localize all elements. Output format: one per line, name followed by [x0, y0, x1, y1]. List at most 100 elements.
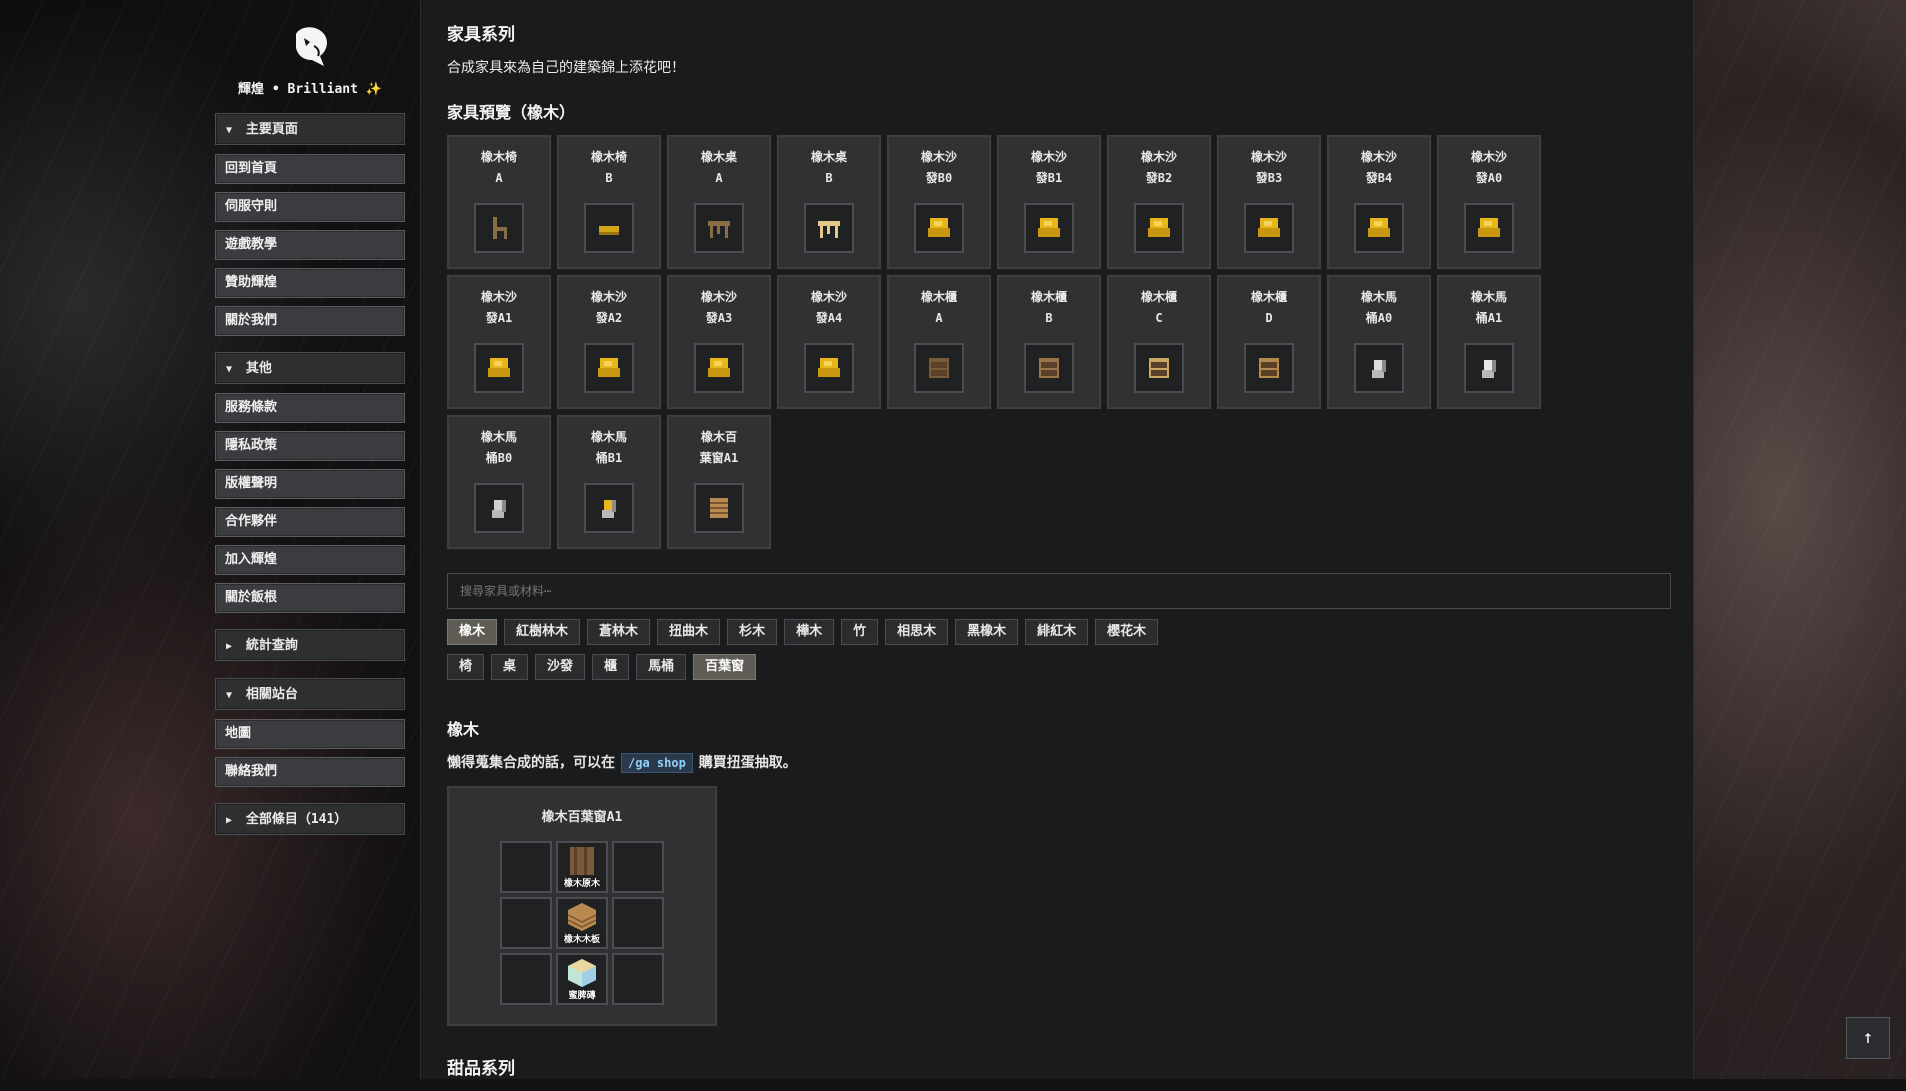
- furniture-card[interactable]: 橡木櫃 A: [886, 274, 992, 410]
- furniture-card[interactable]: 橡木沙 發B4: [1326, 134, 1432, 270]
- furniture-card[interactable]: 橡木櫃 D: [1216, 274, 1322, 410]
- site-title[interactable]: 輝煌 • Brilliant ✨: [215, 78, 405, 97]
- furniture-card[interactable]: 橡木櫃 C: [1106, 274, 1212, 410]
- furniture-name-line2: 桶A0: [1365, 311, 1393, 325]
- nav-item-main-0[interactable]: 回到首頁: [215, 154, 405, 184]
- nav-item-other-3[interactable]: 合作夥伴: [215, 507, 405, 537]
- furniture-card[interactable]: 橡木馬 桶A1: [1436, 274, 1542, 410]
- back-to-top-button[interactable]: ↑: [1846, 1017, 1890, 1059]
- wood-chip-3[interactable]: 扭曲木: [657, 619, 721, 645]
- type-chip-3[interactable]: 櫃: [592, 654, 630, 680]
- section-main-pages[interactable]: ▼ 主要頁面: [215, 113, 405, 145]
- material-icon: [567, 903, 597, 931]
- furniture-card[interactable]: 橡木沙 發B2: [1106, 134, 1212, 270]
- wood-chip-6[interactable]: 竹: [841, 619, 879, 645]
- nav-item-related-0[interactable]: 地圖: [215, 719, 405, 749]
- wood-chip-2[interactable]: 蒼林木: [587, 619, 651, 645]
- nav-item-main-2[interactable]: 遊戲教學: [215, 230, 405, 260]
- furniture-name-line1: 橡木櫃: [920, 290, 957, 304]
- furniture-name: 橡木沙 發B0: [889, 147, 989, 193]
- nav-item-other-4[interactable]: 加入輝煌: [215, 545, 405, 575]
- material-icon: [568, 959, 596, 987]
- wood-chip-10[interactable]: 櫻花木: [1095, 619, 1159, 645]
- furniture-card[interactable]: 橡木沙 發B3: [1216, 134, 1322, 270]
- nav-item-main-3[interactable]: 贊助輝煌: [215, 268, 405, 298]
- wood-chip-7[interactable]: 相思木: [885, 619, 949, 645]
- wood-chip-5[interactable]: 樺木: [784, 619, 835, 645]
- wood-chip-0[interactable]: 橡木: [447, 619, 498, 645]
- furniture-name: 橡木沙 發A0: [1439, 147, 1539, 193]
- shop-command: /ga shop: [621, 753, 693, 773]
- preview-title: 家具預覽（橡木）: [447, 103, 576, 122]
- furniture-card[interactable]: 橡木馬 桶B1: [556, 414, 662, 550]
- furniture-card[interactable]: 橡木沙 發B1: [996, 134, 1102, 270]
- section-other[interactable]: ▼ 其他: [215, 352, 405, 384]
- section-stats[interactable]: ▶ 統計查詢: [215, 629, 405, 661]
- type-chip-5[interactable]: 百葉窗: [693, 654, 757, 680]
- item-slot: [584, 483, 634, 533]
- search-input[interactable]: [447, 573, 1671, 609]
- wood-chip-8[interactable]: 黑橡木: [955, 619, 1019, 645]
- triangle-down-icon: ▼: [226, 125, 233, 136]
- type-chip-4[interactable]: 馬桶: [636, 654, 687, 680]
- furniture-name-line2: 發B3: [1255, 171, 1283, 185]
- material-icon: [570, 847, 594, 875]
- furniture-card[interactable]: 橡木百 葉窗A1: [666, 414, 772, 550]
- type-chip-2[interactable]: 沙發: [535, 654, 586, 680]
- nav-item-other-5[interactable]: 關於飯根: [215, 583, 405, 613]
- furniture-card[interactable]: 橡木沙 發A2: [556, 274, 662, 410]
- furniture-card[interactable]: 橡木沙 發B0: [886, 134, 992, 270]
- furniture-name-line1: 橡木馬: [1470, 290, 1507, 304]
- section-all-entries[interactable]: ▶ 全部條目（141）: [215, 803, 405, 835]
- sidebar: 輝煌 • Brilliant ✨ ▼ 主要頁面 回到首頁伺服守則遊戲教學贊助輝煌…: [215, 22, 405, 844]
- wood-chip-9[interactable]: 緋紅木: [1025, 619, 1089, 645]
- wood-chip-1[interactable]: 紅樹林木: [504, 619, 581, 645]
- nav-item-other-2[interactable]: 版權聲明: [215, 469, 405, 499]
- furniture-card[interactable]: 橡木椅 B: [556, 134, 662, 270]
- recipe-card: 橡木百葉窗A1 橡木原木 橡木木板 蜜脾磚: [446, 785, 718, 1027]
- furniture-name: 橡木沙 發B1: [999, 147, 1099, 193]
- furniture-card[interactable]: 橡木桌 A: [666, 134, 772, 270]
- furniture-card[interactable]: 橡木馬 桶A0: [1326, 274, 1432, 410]
- cabinet-icon: [1259, 358, 1279, 378]
- furniture-name-line2: B: [1045, 311, 1053, 325]
- furniture-name: 橡木椅 A: [449, 147, 549, 193]
- nav-item-other-0[interactable]: 服務條款: [215, 393, 405, 423]
- item-slot: [804, 343, 854, 393]
- brand-logo-icon[interactable]: [286, 22, 334, 70]
- furniture-card[interactable]: 橡木沙 發A1: [446, 274, 552, 410]
- furniture-name: 橡木櫃 B: [999, 287, 1099, 333]
- crafting-slot: [500, 841, 552, 893]
- nav-item-main-4[interactable]: 關於我們: [215, 306, 405, 336]
- section-related[interactable]: ▼ 相關站台: [215, 678, 405, 710]
- furniture-name: 橡木沙 發B3: [1219, 147, 1319, 193]
- furniture-card[interactable]: 橡木沙 發A4: [776, 274, 882, 410]
- nav-item-main-1[interactable]: 伺服守則: [215, 192, 405, 222]
- toilet-icon: [1482, 360, 1496, 378]
- furniture-card[interactable]: 橡木馬 桶B0: [446, 414, 552, 550]
- sofa-icon: [1478, 218, 1500, 237]
- type-chip-1[interactable]: 桌: [491, 654, 529, 680]
- wood-section-title: 橡木: [447, 720, 480, 739]
- furniture-card[interactable]: 橡木櫃 B: [996, 274, 1102, 410]
- furniture-name-line1: 橡木沙: [590, 290, 627, 304]
- nav-item-related-1[interactable]: 聯絡我們: [215, 757, 405, 787]
- wood-chip-4[interactable]: 杉木: [727, 619, 778, 645]
- nav-item-other-1[interactable]: 隱私政策: [215, 431, 405, 461]
- sofa-icon: [488, 358, 510, 377]
- furniture-card[interactable]: 橡木沙 發A0: [1436, 134, 1542, 270]
- furniture-grid: 橡木椅 A 橡木椅 B 橡木桌 A 橡木桌 B 橡木沙 發B0 橡木沙 發B1 橡木沙 發B2 橡木沙 發B3…: [446, 134, 1647, 550]
- cabinet-icon: [1149, 358, 1169, 378]
- material-label: 橡木木板: [563, 935, 600, 945]
- hint-line: 懶得蒐集合成的話，可以在/ga shop 購買扭蛋抽取。: [447, 752, 1677, 773]
- furniture-card[interactable]: 橡木沙 發A3: [666, 274, 772, 410]
- furniture-card[interactable]: 橡木椅 A: [446, 134, 552, 270]
- cabinet-icon: [929, 358, 949, 378]
- furniture-card[interactable]: 橡木桌 B: [776, 134, 882, 270]
- sofa-icon: [1258, 218, 1280, 237]
- main-panel: 家具系列 合成家具來為自己的建築錦上添花吧！ 家具預覽（橡木） 橡木椅 A 橡木椅 B…: [420, 0, 1694, 1079]
- furniture-name: 橡木櫃 A: [889, 287, 989, 333]
- item-slot: [914, 343, 964, 393]
- type-chip-0[interactable]: 椅: [447, 654, 485, 680]
- furniture-name-line2: A: [495, 171, 503, 185]
